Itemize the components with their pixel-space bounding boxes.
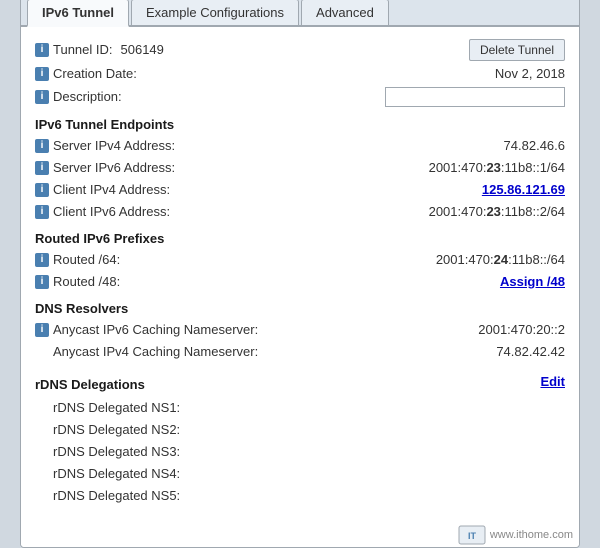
rdns-ns2-row: rDNS Delegated NS2:: [35, 419, 565, 441]
tab-ipv6-tunnel[interactable]: IPv6 Tunnel: [27, 0, 129, 27]
tunnel-id-label: Tunnel ID:: [53, 42, 113, 57]
info-icon-routed64[interactable]: i: [35, 253, 49, 267]
rdns-header: rDNS Delegations: [35, 369, 385, 395]
description-input[interactable]: [385, 87, 565, 107]
anycast-ipv6-value: 2001:470:20::2: [385, 322, 565, 337]
client-ipv4-row: i Client IPv4 Address: 125.86.121.69: [35, 179, 565, 201]
rdns-edit-link[interactable]: Edit: [540, 374, 565, 389]
anycast-ipv6-label: Anycast IPv6 Caching Nameserver:: [53, 322, 258, 337]
endpoints-header: IPv6 Tunnel Endpoints: [35, 109, 565, 135]
rdns-header-row: rDNS Delegations Edit: [35, 363, 565, 397]
client-ipv6-label: Client IPv6 Address:: [53, 204, 170, 219]
assign-48-link[interactable]: Assign /48: [500, 274, 565, 289]
info-icon-creation-date[interactable]: i: [35, 67, 49, 81]
rdns-ns2-label: rDNS Delegated NS2:: [53, 422, 180, 437]
info-icon-client-ipv4[interactable]: i: [35, 183, 49, 197]
anycast-ipv6-row: i Anycast IPv6 Caching Nameserver: 2001:…: [35, 319, 565, 341]
routed-48-label: Routed /48:: [53, 274, 120, 289]
info-icon-client-ipv6[interactable]: i: [35, 205, 49, 219]
rdns-ns3-label: rDNS Delegated NS3:: [53, 444, 180, 459]
description-label: Description:: [53, 89, 122, 104]
description-row: i Description:: [35, 85, 565, 109]
rdns-ns4-label: rDNS Delegated NS4:: [53, 466, 180, 481]
creation-date-row: i Creation Date: Nov 2, 2018: [35, 63, 565, 85]
rdns-ns5-row: rDNS Delegated NS5:: [35, 485, 565, 507]
tab-advanced[interactable]: Advanced: [301, 0, 389, 25]
routed-64-row: i Routed /64: 2001:470:24:11b8::/64: [35, 249, 565, 271]
routed-48-row: i Routed /48: Assign /48: [35, 271, 565, 293]
server-ipv4-row: i Server IPv4 Address: 74.82.46.6: [35, 135, 565, 157]
info-icon-server-ipv4[interactable]: i: [35, 139, 49, 153]
server-ipv6-label: Server IPv6 Address:: [53, 160, 175, 175]
server-ipv6-row: i Server IPv6 Address: 2001:470:23:11b8:…: [35, 157, 565, 179]
server-ipv4-label: Server IPv4 Address:: [53, 138, 175, 153]
watermark-bar: IT www.ithome.com: [21, 521, 579, 547]
svg-text:IT: IT: [468, 531, 477, 541]
client-ipv6-row: i Client IPv6 Address: 2001:470:23:11b8:…: [35, 201, 565, 223]
client-ipv6-value: 2001:470:23:11b8::2/64: [385, 204, 565, 219]
routed-header: Routed IPv6 Prefixes: [35, 223, 565, 249]
anycast-ipv4-value: 74.82.42.42: [385, 344, 565, 359]
delete-tunnel-button[interactable]: Delete Tunnel: [469, 39, 565, 61]
tunnel-id-value: 506149: [121, 42, 164, 57]
rdns-ns4-row: rDNS Delegated NS4:: [35, 463, 565, 485]
watermark-icon: IT: [458, 525, 486, 545]
rdns-ns3-row: rDNS Delegated NS3:: [35, 441, 565, 463]
tab-bar: IPv6 Tunnel Example Configurations Advan…: [21, 0, 579, 27]
routed-64-value: 2001:470:24:11b8::/64: [385, 252, 565, 267]
anycast-ipv4-label: Anycast IPv4 Caching Nameserver:: [53, 344, 258, 359]
creation-date-value: Nov 2, 2018: [385, 66, 565, 81]
info-icon-description[interactable]: i: [35, 90, 49, 104]
anycast-ipv4-row: Anycast IPv4 Caching Nameserver: 74.82.4…: [35, 341, 565, 363]
routed-64-label: Routed /64:: [53, 252, 120, 267]
dns-header: DNS Resolvers: [35, 293, 565, 319]
server-ipv4-value: 74.82.46.6: [385, 138, 565, 153]
rdns-ns1-label: rDNS Delegated NS1:: [53, 400, 180, 415]
client-ipv4-value[interactable]: 125.86.121.69: [482, 182, 565, 197]
main-content: i Tunnel ID: 506149 Delete Tunnel i Crea…: [21, 27, 579, 521]
info-icon-anycast-ipv6[interactable]: i: [35, 323, 49, 337]
tab-example-configurations[interactable]: Example Configurations: [131, 0, 299, 25]
client-ipv4-label: Client IPv4 Address:: [53, 182, 170, 197]
server-ipv6-value: 2001:470:23:11b8::1/64: [385, 160, 565, 175]
creation-date-label: Creation Date:: [53, 66, 137, 81]
rdns-ns5-label: rDNS Delegated NS5:: [53, 488, 180, 503]
info-icon-routed48[interactable]: i: [35, 275, 49, 289]
info-icon-tunnel-id[interactable]: i: [35, 43, 49, 57]
tunnel-id-row: i Tunnel ID: 506149 Delete Tunnel: [35, 37, 565, 63]
info-icon-server-ipv6[interactable]: i: [35, 161, 49, 175]
rdns-ns1-row: rDNS Delegated NS1:: [35, 397, 565, 419]
